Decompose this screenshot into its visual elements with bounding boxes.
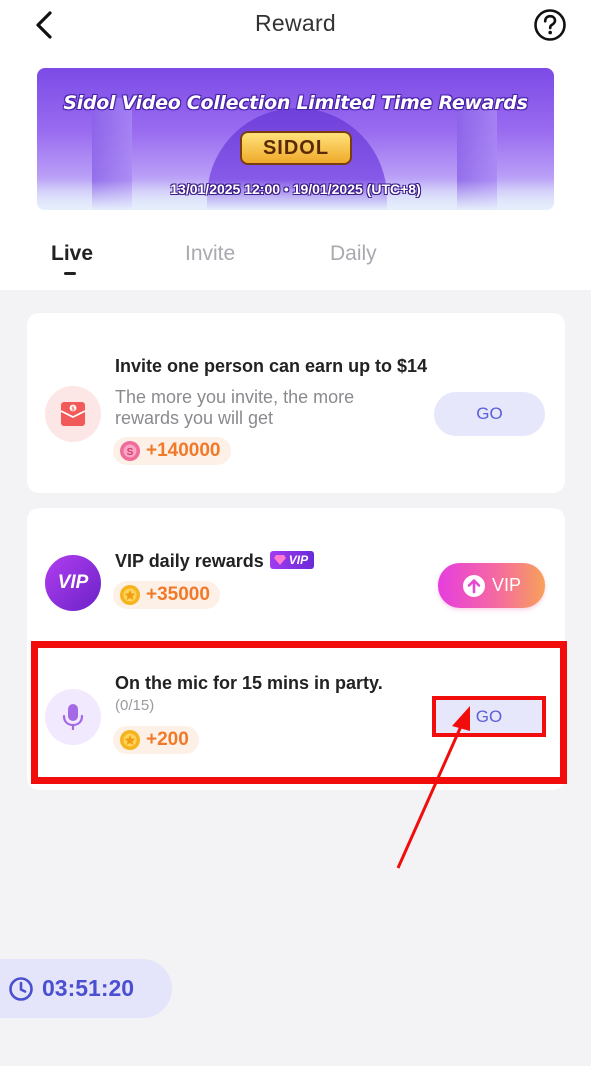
banner-dates: 13/01/2025 12:00 • 19/01/2025 (UTC+8) [170,181,421,197]
tab-invite[interactable]: Invite [185,242,235,266]
vip-task-icon-wrapper: VIP [45,555,101,611]
upload-arrow-icon [462,574,485,597]
reward-amount: +140000 [146,440,221,461]
annotation-highlight-go-button [432,696,546,737]
active-tab-indicator [64,272,76,275]
task-title-vip: VIP daily rewards VIP [115,551,315,572]
vip-badge: VIP [269,551,315,569]
clock-icon [9,976,33,1001]
task-description: The more you invite, the more rewards yo… [115,387,355,428]
tab-live[interactable]: Live [51,242,93,266]
pink-coin-icon: S [120,441,140,461]
event-banner[interactable]: Sidol Video Collection Limited Time Rewa… [37,68,554,210]
reward-pill: S +140000 [113,437,231,465]
question-circle-icon [534,9,566,41]
header: Reward [0,0,591,52]
svg-text:S: S [127,447,134,458]
invite-task-card: $ Invite one person can earn up to $14 T… [27,313,565,493]
tab-daily[interactable]: Daily [330,242,377,266]
vip-logo-icon: VIP [57,572,89,593]
task-title-text: VIP daily rewards [115,551,264,571]
top-section: Reward Sidol Video Collection Limited Ti… [0,0,591,290]
go-button-invite[interactable]: GO [434,392,545,436]
task-icon-wrapper: $ [45,386,101,442]
help-button[interactable] [533,8,567,42]
banner-headline: Sidol Video Collection Limited Time Rewa… [63,92,528,114]
sidol-logo: SIDOL [240,131,352,165]
page-title: Reward [254,10,337,36]
svg-text:$: $ [71,407,74,413]
vip-upgrade-button[interactable]: VIP [438,563,545,608]
reward-pill: +35000 [113,581,220,609]
diamond-icon [273,555,286,565]
vip-button-label: VIP [491,575,521,595]
task-title: Invite one person can earn up to $14 [115,356,428,376]
gold-coin-icon [120,585,140,605]
tab-bar: Live Invite Daily [0,232,591,282]
vip-badge-text: VIP [288,553,309,567]
red-envelope-icon: $ [60,402,86,426]
countdown-timer[interactable]: 03:51:20 [0,959,172,1018]
timer-value: 03:51:20 [42,975,135,1001]
reward-amount: +35000 [146,584,210,605]
